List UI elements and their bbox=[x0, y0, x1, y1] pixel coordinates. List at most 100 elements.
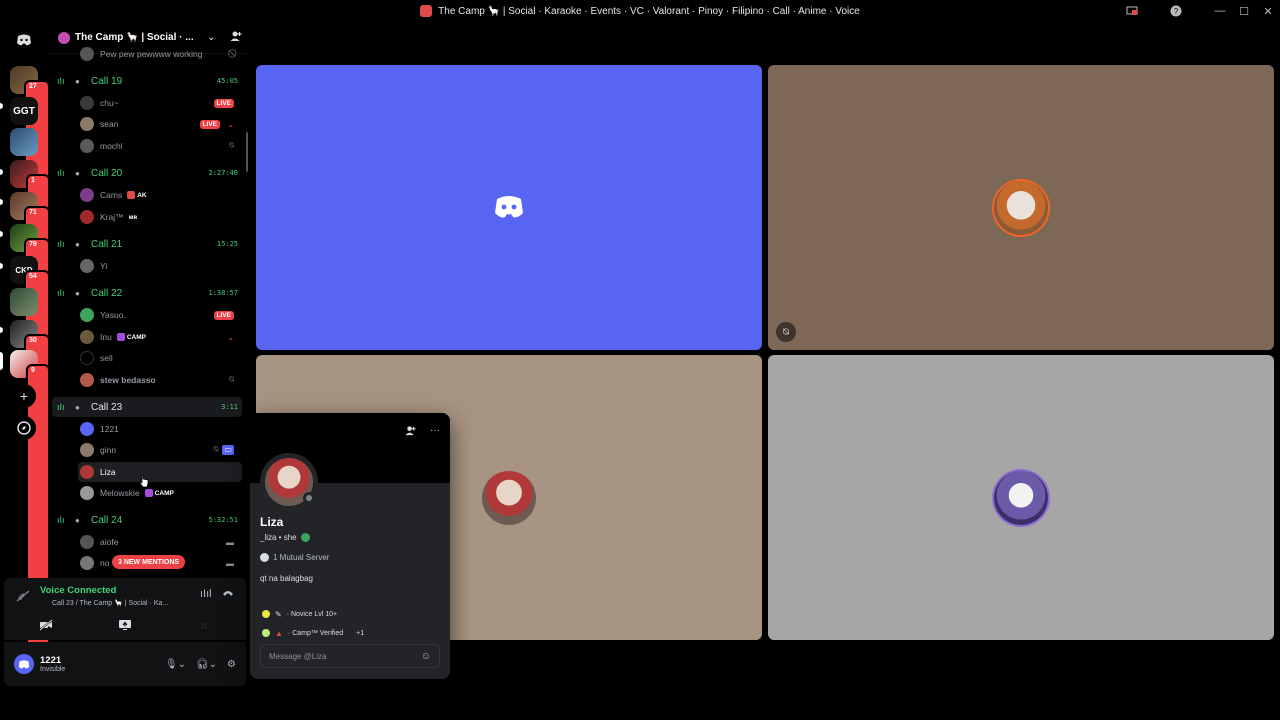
headphones-icon[interactable]: 🎧︎⌄ bbox=[196, 659, 217, 670]
row-icons: ⍉ bbox=[229, 375, 234, 385]
voice-channel-call-24[interactable]: ıIı ● Call 24 5:32:51 bbox=[52, 510, 242, 530]
voice-user-row[interactable]: stew bedasso ⍉ bbox=[78, 370, 242, 390]
muted-icon: ⍉ bbox=[213, 445, 219, 454]
close-icon[interactable]: ✕ bbox=[1256, 0, 1280, 22]
user-avatar bbox=[994, 180, 1048, 235]
role-pill[interactable]: ✎ · Novice Lvl 10+ bbox=[262, 606, 337, 622]
mutual-servers[interactable]: 1 Mutual Server bbox=[260, 553, 329, 562]
connection-signal-icon[interactable] bbox=[16, 590, 30, 605]
current-user-status: Invisible bbox=[40, 666, 66, 673]
voice-user-row[interactable]: ginn ⍉ ▭ bbox=[78, 440, 242, 460]
voice-channel-call-20[interactable]: ıIı ● Call 20 2:27:40 bbox=[52, 163, 242, 183]
settings-gear-icon[interactable]: ⚙ bbox=[227, 659, 236, 670]
muted-icon: ⍉ bbox=[776, 322, 796, 342]
voice-status-title[interactable]: Voice Connected bbox=[40, 585, 116, 596]
noise-suppression-icon[interactable]: ıIıl bbox=[200, 588, 212, 600]
video-tile-user[interactable]: ⍉ bbox=[768, 65, 1274, 350]
chevron-down-icon[interactable]: ⌄ bbox=[227, 333, 234, 342]
user-name: no bbox=[100, 558, 110, 568]
profile-handle: _liza • she bbox=[260, 533, 310, 542]
channel-sidebar: The Camp 🦙 | Social · ... ⌄ Pew pew peww… bbox=[48, 22, 250, 578]
row-icons: ⍉ bbox=[229, 141, 234, 151]
avatar bbox=[80, 96, 94, 110]
unread-pill bbox=[0, 103, 3, 109]
avatar bbox=[80, 139, 94, 153]
voice-user-row[interactable]: Inu CAMP ⌄ bbox=[78, 327, 242, 347]
video-icon: ▬ bbox=[226, 537, 234, 547]
voice-user-row[interactable]: sell bbox=[78, 348, 242, 368]
avatar bbox=[80, 465, 94, 479]
user-name: sell bbox=[100, 353, 113, 363]
voice-channel-call-22[interactable]: ıIı ● Call 22 1:38:57 bbox=[52, 283, 242, 303]
avatar bbox=[80, 117, 94, 131]
more-roles-count[interactable]: +1 bbox=[356, 630, 364, 637]
voice-user-row[interactable]: Yasuo. LIVE bbox=[78, 305, 242, 325]
user-name: Melowskie bbox=[100, 488, 140, 498]
voice-channel-call-23[interactable]: ıIı ● Call 23 3:11 bbox=[52, 397, 242, 417]
user-name: Liza bbox=[100, 467, 116, 477]
voice-user-row[interactable]: Melowskie CAMP bbox=[78, 483, 242, 503]
maximize-icon[interactable]: ☐ bbox=[1232, 0, 1256, 22]
channel-name: Call 23 bbox=[91, 401, 123, 413]
user-info[interactable]: 1221 Invisible bbox=[40, 655, 165, 673]
microphone-icon[interactable]: 🎙︎⌄ bbox=[165, 659, 186, 670]
add-server-icon[interactable]: + bbox=[12, 384, 36, 408]
role-pill[interactable]: ▲ · Camp™ Verified +1 bbox=[262, 625, 364, 641]
unread-pill bbox=[0, 169, 3, 175]
scrollbar[interactable] bbox=[246, 132, 248, 172]
user-name: chu~ bbox=[100, 98, 119, 108]
voice-user-row[interactable]: Kraj™ ᴍʀ bbox=[78, 207, 242, 227]
share-screen-button[interactable] bbox=[88, 616, 162, 636]
chevron-down-icon[interactable]: ⌄ bbox=[207, 32, 215, 43]
emoji-icon[interactable]: ☺ bbox=[421, 651, 431, 662]
more-options-icon[interactable]: ··· bbox=[430, 425, 440, 439]
voice-channel-call-21[interactable]: ıIı ● Call 21 15:25 bbox=[52, 234, 242, 254]
video-tile-discord[interactable] bbox=[256, 65, 762, 350]
user-avatar[interactable] bbox=[14, 654, 34, 674]
call-duration: 5:32:51 bbox=[208, 516, 238, 524]
voice-channel-subtitle[interactable]: Call 23 / The Camp 🦙 | Social · Ka... bbox=[52, 599, 192, 607]
add-friend-icon[interactable] bbox=[405, 425, 416, 439]
camera-off-button[interactable] bbox=[10, 616, 83, 636]
minimize-icon[interactable]: — bbox=[1208, 0, 1232, 22]
voice-user-row[interactable]: Yi bbox=[78, 256, 242, 276]
user-avatar bbox=[994, 470, 1048, 525]
list-item[interactable]: Pew pew pewwww working ⃠ bbox=[78, 44, 242, 64]
voice-user-row[interactable]: sean LIVE ⌄ bbox=[78, 114, 242, 134]
guild-name: The Camp 🦙 | Social · ... bbox=[75, 32, 194, 43]
app-icon bbox=[420, 5, 433, 17]
role-tag: ᴍʀ bbox=[128, 213, 138, 221]
activities-icon: ⁙ bbox=[199, 620, 209, 633]
voice-user-row[interactable]: Cams AK bbox=[78, 185, 242, 205]
voice-activity-icon: ıIı bbox=[57, 168, 65, 178]
user-panel: 1221 Invisible 🎙︎⌄ 🎧︎⌄ ⚙ bbox=[4, 642, 246, 686]
activities-button[interactable]: ⁙ bbox=[167, 616, 241, 636]
server-icon[interactable]: GGT bbox=[10, 97, 38, 125]
role-name: · Novice Lvl 10+ bbox=[286, 610, 338, 618]
message-input[interactable]: Message @Liza ☺ bbox=[260, 644, 440, 668]
video-tile-user[interactable] bbox=[768, 355, 1274, 640]
server-icon[interactable] bbox=[10, 288, 38, 316]
lock-icon: ● bbox=[75, 239, 80, 249]
invite-people-icon[interactable] bbox=[230, 30, 242, 45]
discord-home-icon[interactable] bbox=[12, 28, 36, 52]
voice-user-row-liza[interactable]: Liza bbox=[78, 462, 242, 482]
new-mentions-button[interactable]: 3 NEW MENTIONS bbox=[112, 555, 186, 569]
user-name: Cams bbox=[100, 190, 123, 200]
profile-avatar[interactable] bbox=[260, 453, 318, 511]
voice-user-row[interactable]: 1221 bbox=[78, 419, 242, 439]
voice-user-row[interactable]: aiofe ▬ bbox=[78, 532, 242, 552]
avatar bbox=[80, 188, 94, 202]
voice-channel-call-19[interactable]: ıIı ● Call 19 45:05 bbox=[52, 71, 242, 91]
voice-user-row[interactable]: mochi ⍉ bbox=[78, 136, 242, 156]
discover-icon[interactable] bbox=[12, 416, 36, 440]
lock-icon: ● bbox=[75, 168, 80, 178]
chevron-down-icon[interactable]: ⌄ bbox=[227, 120, 234, 129]
lock-icon: ● bbox=[75, 515, 80, 525]
screen-share-icon[interactable] bbox=[1120, 0, 1144, 22]
disconnect-icon[interactable] bbox=[222, 588, 234, 601]
channel-name: Call 19 bbox=[91, 75, 123, 87]
server-icon[interactable] bbox=[10, 128, 38, 156]
help-icon[interactable]: ? bbox=[1164, 0, 1188, 22]
voice-user-row[interactable]: chu~ LIVE bbox=[78, 93, 242, 113]
